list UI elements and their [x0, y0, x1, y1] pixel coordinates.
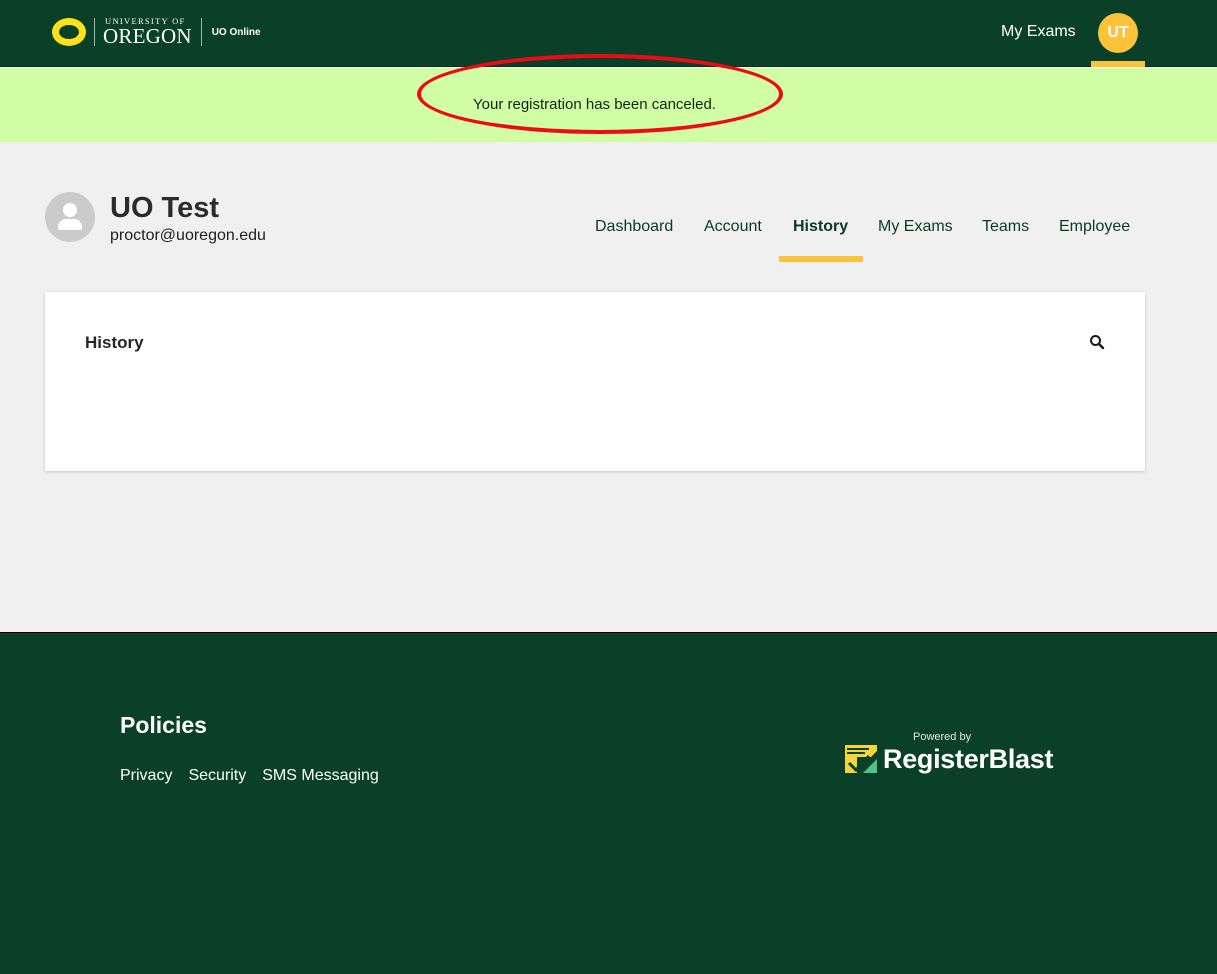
logo-divider — [200, 18, 202, 46]
oregon-o-icon — [52, 18, 86, 46]
university-logo[interactable]: UNIVERSITY OF OREGON UO Online — [52, 16, 261, 48]
powered-by-label: Powered by — [913, 731, 972, 743]
alert-message: Your registration has been canceled. — [473, 96, 716, 113]
search-button[interactable] — [1089, 334, 1105, 350]
header-my-exams-link[interactable]: My Exams — [1001, 23, 1076, 41]
tab-my-exams[interactable]: My Exams — [878, 218, 953, 236]
security-link[interactable]: Security — [188, 767, 246, 785]
logo-divider — [94, 18, 95, 46]
tab-history[interactable]: History — [793, 218, 848, 236]
history-card: History — [45, 292, 1145, 471]
registerblast-checklist-icon — [845, 745, 877, 773]
user-avatar-button[interactable]: UT — [1098, 13, 1138, 53]
registerblast-wordmark: RegisterBlast — [883, 743, 1054, 774]
tab-teams[interactable]: Teams — [982, 218, 1029, 236]
university-wordmark: UNIVERSITY OF OREGON — [103, 17, 192, 48]
oregon-label: OREGON — [103, 24, 192, 49]
search-icon — [1090, 335, 1105, 350]
privacy-link[interactable]: Privacy — [120, 767, 172, 785]
sms-messaging-link[interactable]: SMS Messaging — [262, 767, 379, 785]
avatar-active-indicator — [1091, 61, 1145, 67]
top-header: UNIVERSITY OF OREGON UO Online My Exams … — [0, 0, 1217, 67]
history-card-title: History — [85, 333, 144, 352]
policy-links: Privacy Security SMS Messaging — [120, 767, 395, 785]
tab-account[interactable]: Account — [704, 218, 762, 236]
tab-dashboard[interactable]: Dashboard — [595, 218, 673, 236]
user-silhouette-icon — [63, 203, 77, 217]
active-tab-indicator — [779, 256, 863, 262]
page-footer: Policies Privacy Security SMS Messaging … — [0, 632, 1217, 974]
profile-tabs: Dashboard Account History My Exams Teams… — [0, 218, 1217, 262]
site-name: UO Online — [211, 26, 261, 38]
success-alert-banner: Your registration has been canceled. — [0, 68, 1217, 142]
registerblast-logo[interactable]: RegisterBlast — [845, 743, 1053, 775]
policies-heading: Policies — [120, 712, 207, 738]
tab-employee[interactable]: Employee — [1059, 218, 1130, 236]
